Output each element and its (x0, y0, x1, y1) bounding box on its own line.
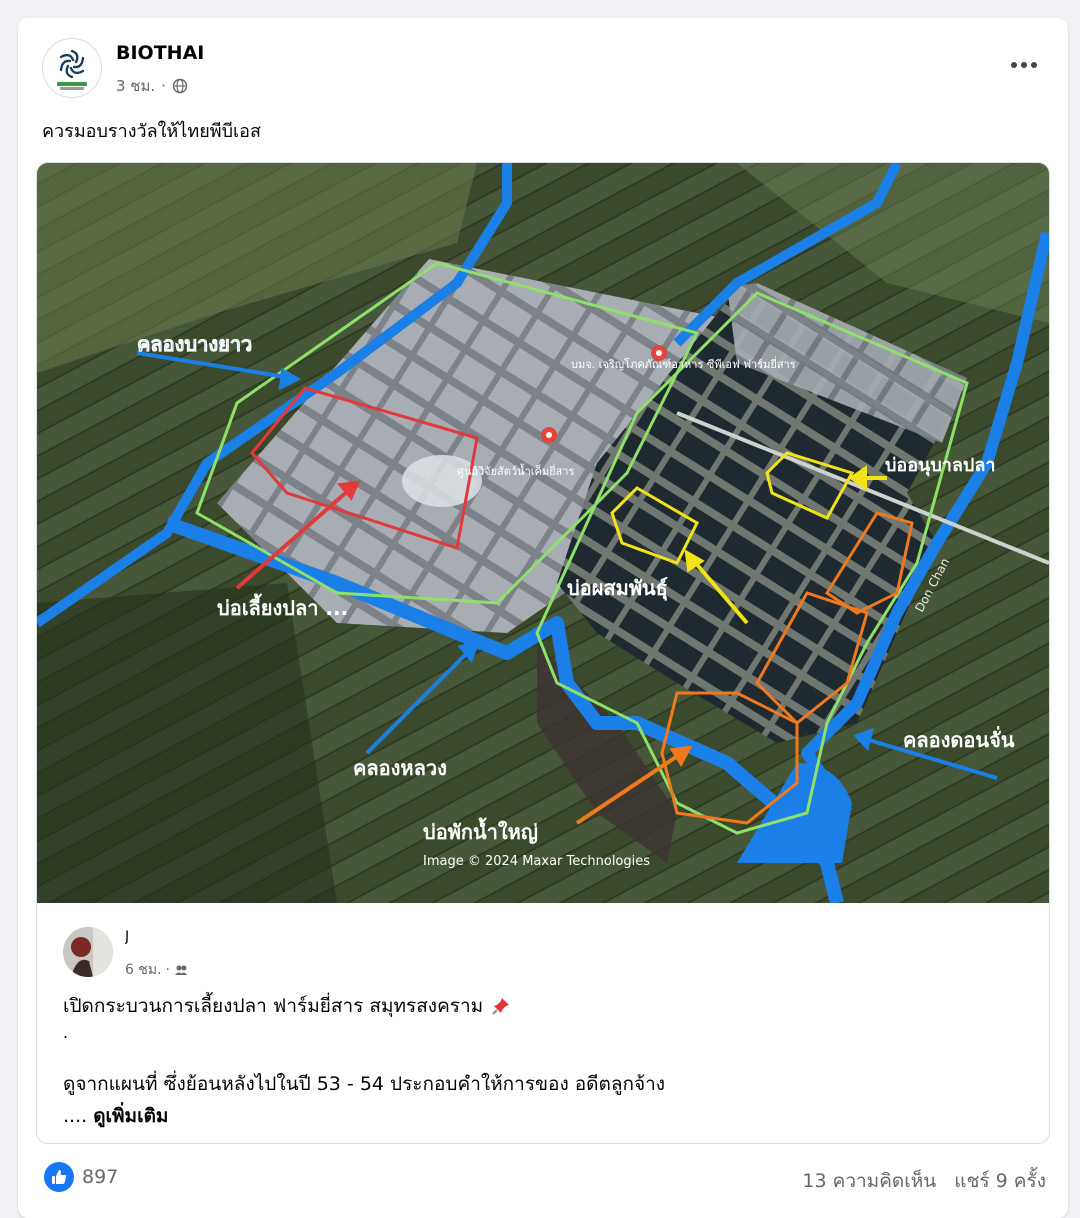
post-meta: 3 ชม. · (116, 74, 188, 98)
shared-post[interactable]: คลองบางยาว บ่อเลี้ยงปลา ... บ่อผสมพันธุ์… (36, 162, 1050, 1144)
label-nursery-pond: บ่ออนุบาลปลา (885, 455, 995, 477)
page-avatar[interactable] (42, 38, 102, 98)
location-pin-icon (541, 427, 557, 443)
post-card: BIOTHAI 3 ชม. · ควรมอบรางวัลให้ไทยพีบีเอ… (18, 18, 1068, 1218)
shared-author-name[interactable]: J (125, 929, 225, 945)
shared-author-avatar[interactable] (63, 927, 113, 977)
label-spawning-pond: บ่อผสมพันธุ์ (567, 576, 668, 601)
shared-post-text-line1: เปิดกระบวนการเลี้ยงปลา ฟาร์มยี่สาร สมุทร… (63, 991, 511, 1021)
pushpin-icon (492, 998, 510, 1015)
like-count[interactable]: 897 (82, 1166, 118, 1188)
more-options-button[interactable] (1004, 52, 1044, 78)
more-dot-icon (1031, 62, 1037, 68)
friends-icon (175, 965, 187, 975)
label-breeding-pond: บ่อเลี้ยงปลา ... (217, 593, 348, 620)
label-poi-cpf: บมจ. เจริญโภคภัณฑ์อาหาร ซีพีเอฟ ฟาร์มยี่… (571, 356, 796, 371)
thumbs-up-icon (52, 1170, 67, 1184)
shared-author-name-text: J (125, 929, 130, 945)
like-reaction-icon[interactable] (44, 1162, 74, 1192)
shared-post-meta: 6 ชม. · (125, 959, 188, 981)
shared-post-dot: . (63, 1023, 69, 1042)
label-khlong-don-chan: คลองดอนจั่น (903, 725, 1015, 752)
shared-post-text-line3: .... ดูเพิ่มเติม (63, 1101, 168, 1131)
name-redaction (133, 929, 225, 945)
page-name[interactable]: BIOTHAI (116, 42, 204, 64)
post-text: ควรมอบรางวัลให้ไทยพีบีเอส (42, 121, 261, 142)
more-dot-icon (1021, 62, 1027, 68)
satellite-map-image[interactable]: คลองบางยาว บ่อเลี้ยงปลา ... บ่อผสมพันธุ์… (37, 163, 1049, 903)
shares-count[interactable]: แชร์ 9 ครั้ง (954, 1166, 1046, 1196)
more-dot-icon (1011, 62, 1017, 68)
globe-icon (172, 78, 188, 94)
label-khlong-bang-yao: คลองบางยาว (137, 332, 252, 356)
meta-separator: · (161, 77, 166, 95)
avatar-photo-icon (63, 927, 113, 977)
label-poi-research: ศูนย์วิจัยสัตว์น้ำเค็มยี่สาร (457, 463, 574, 478)
comments-count[interactable]: 13 ความคิดเห็น (802, 1166, 936, 1196)
map-credit: Image © 2024 Maxar Technologies (423, 854, 650, 869)
shared-post-headline: เปิดกระบวนการเลี้ยงปลา ฟาร์มยี่สาร สมุทร… (63, 995, 484, 1017)
label-reservoir: บ่อพักน้ำใหญ่ (423, 817, 538, 844)
label-khlong-luang: คลองหลวง (353, 756, 447, 780)
shared-post-text-line2: ดูจากแผนที่ ซึ่งย้อนหลังไปในปี 53 - 54 ป… (63, 1073, 666, 1095)
post-time[interactable]: 3 ชม. (116, 74, 155, 98)
engagement-stats: 13 ความคิดเห็น แชร์ 9 ครั้ง (802, 1166, 1046, 1196)
ellipsis-text: .... (63, 1105, 94, 1127)
shared-post-time[interactable]: 6 ชม. (125, 959, 162, 981)
mangrove-area (37, 583, 337, 903)
meta-separator: · (165, 962, 170, 978)
see-more-link[interactable]: ดูเพิ่มเติม (93, 1105, 168, 1127)
post-footer: 897 13 ความคิดเห็น แชร์ 9 ครั้ง (18, 1158, 1068, 1198)
biothai-logo-icon (57, 49, 87, 90)
